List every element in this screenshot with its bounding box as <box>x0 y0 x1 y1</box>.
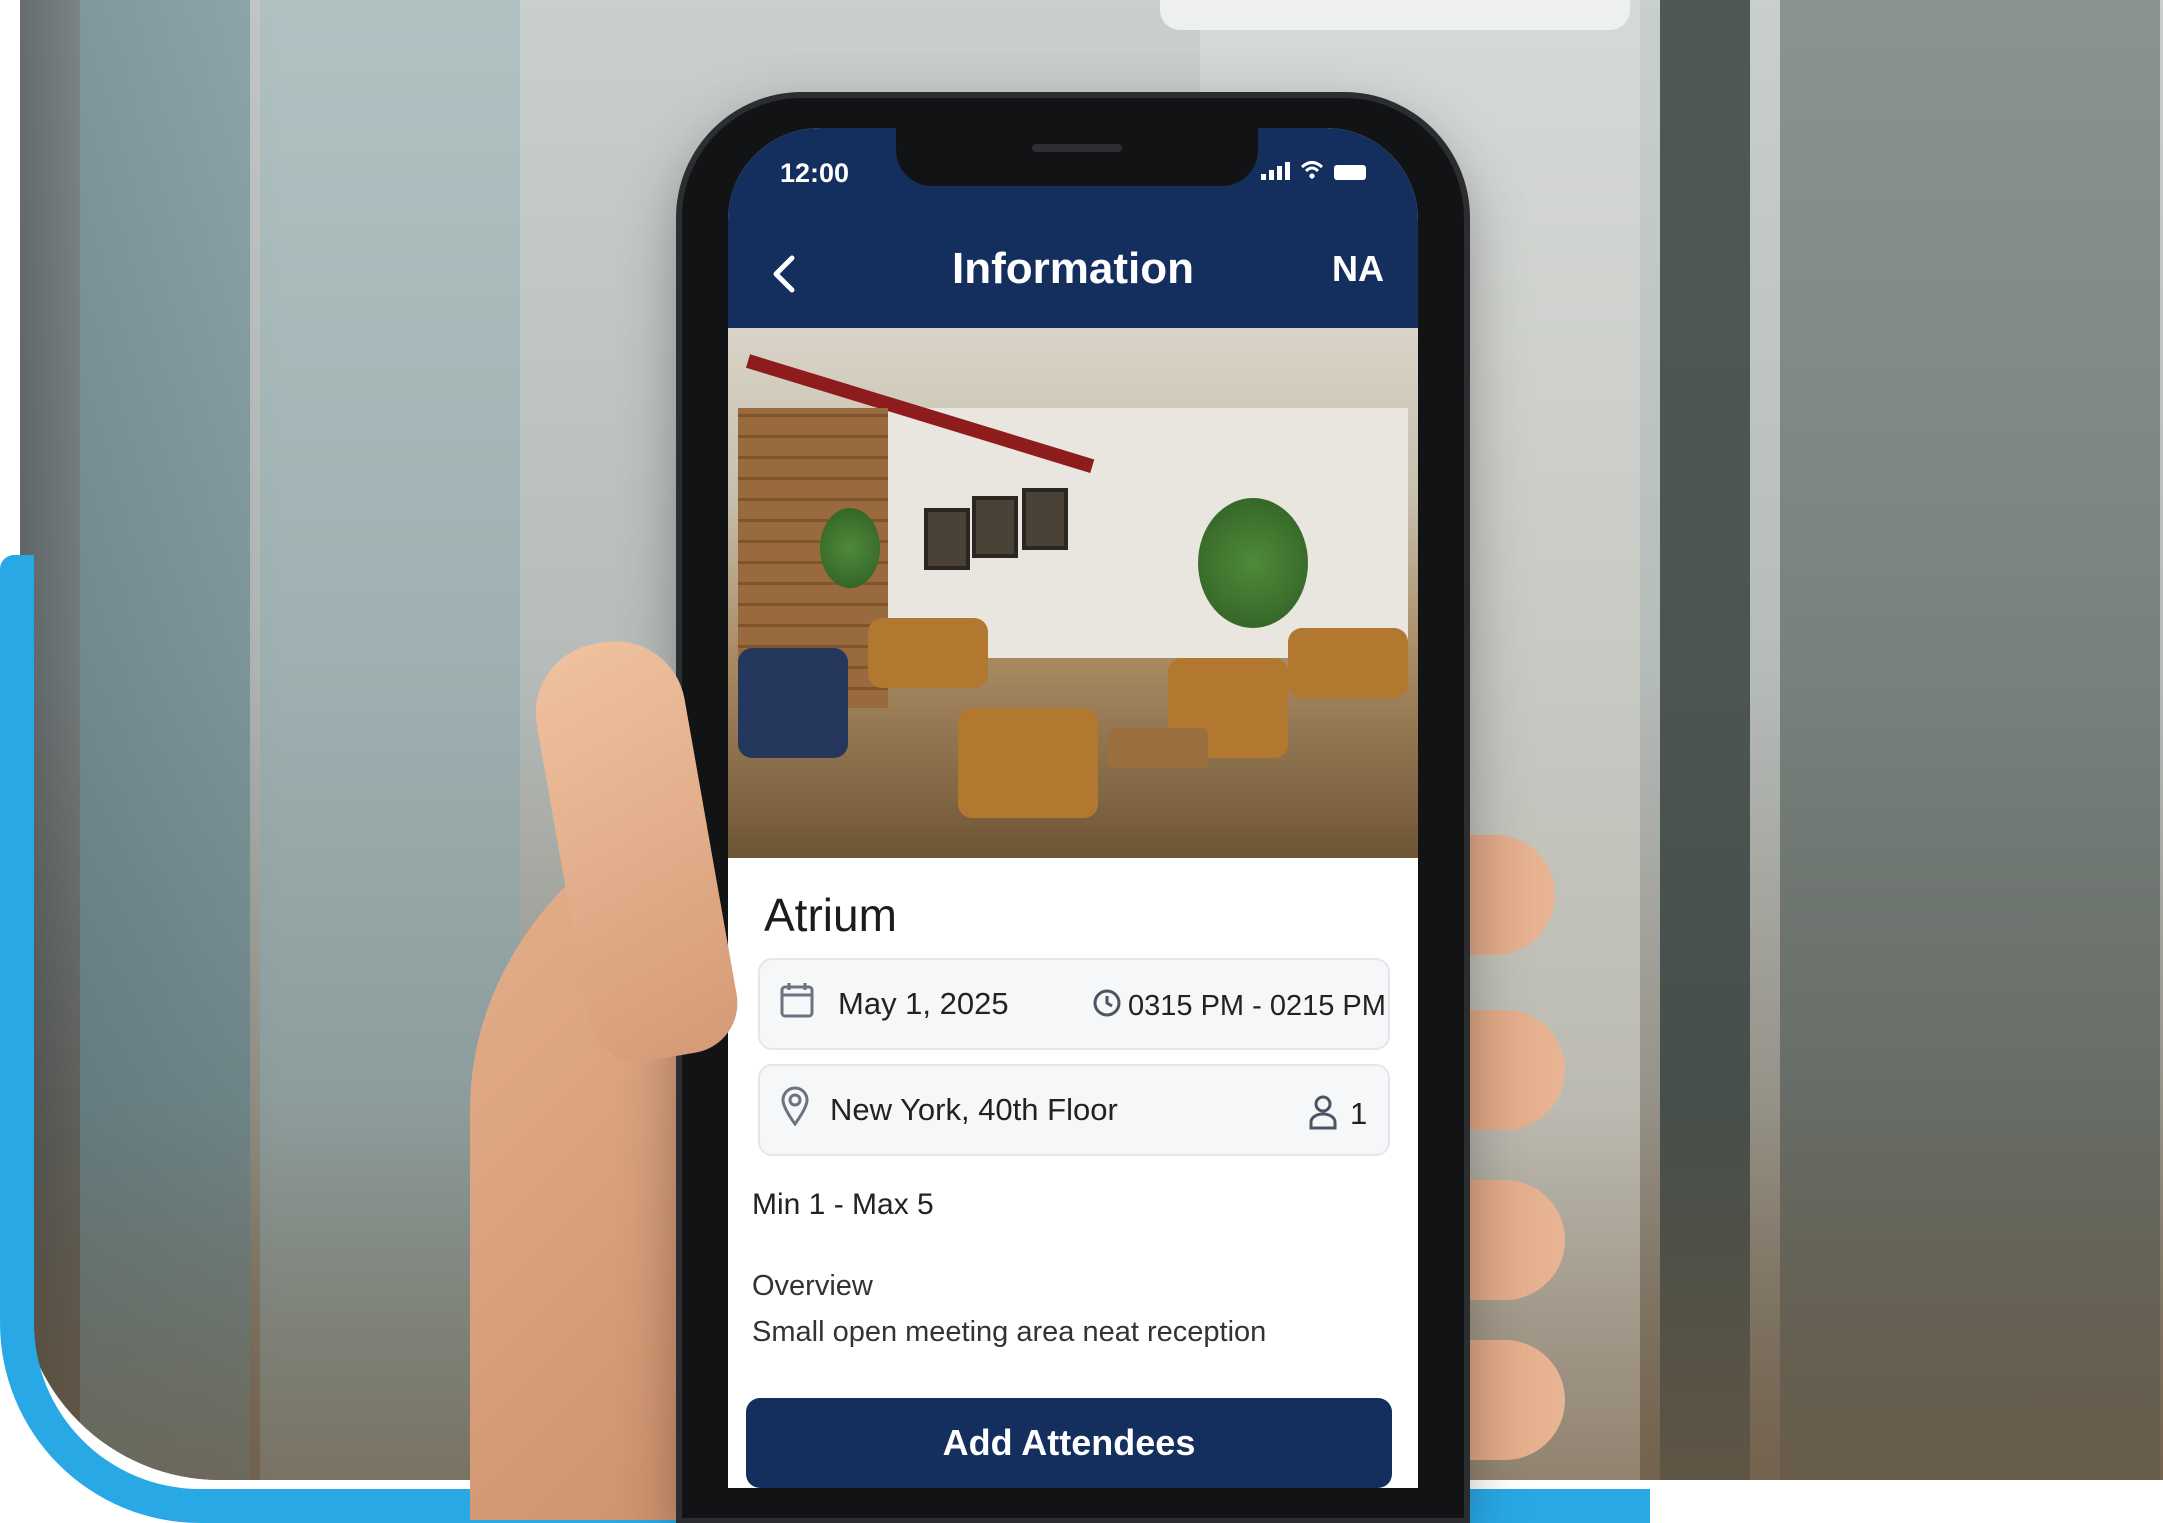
potted-plant <box>820 508 880 588</box>
calendar-icon <box>780 983 814 1018</box>
clock-icon <box>1093 989 1121 1017</box>
location-row: New York, 40th Floor 1 <box>758 1064 1390 1156</box>
phone-screen: 12:00 Information NA Atrium May 1, 2025 … <box>728 128 1418 1488</box>
status-icons <box>1261 160 1366 180</box>
signal-icon <box>1261 160 1290 180</box>
person-icon <box>1309 1095 1337 1130</box>
coffee-table <box>1108 728 1208 768</box>
room-photo <box>728 328 1418 858</box>
overview-text: Small open meeting area neat reception <box>752 1316 1267 1348</box>
wall-picture <box>924 508 970 570</box>
room-name: Atrium <box>764 889 897 941</box>
attendee-count: 1 <box>1350 1096 1368 1131</box>
location-pin-icon <box>781 1086 809 1126</box>
user-avatar-initials[interactable]: NA <box>1332 248 1384 290</box>
booking-date: May 1, 2025 <box>838 986 1009 1021</box>
sofa <box>738 648 848 758</box>
sofa <box>1288 628 1408 698</box>
add-attendees-button[interactable]: Add Attendees <box>746 1398 1392 1488</box>
status-time: 12:00 <box>780 158 850 188</box>
room-details-card: Atrium May 1, 2025 0315 PM - 0215 PM New… <box>728 858 1418 1488</box>
battery-icon <box>1334 165 1366 180</box>
ceiling-light <box>1160 0 1630 30</box>
wifi-icon <box>1300 161 1324 179</box>
overview-label: Overview <box>752 1270 873 1302</box>
page-title: Information <box>952 244 1194 293</box>
capacity-text: Min 1 - Max 5 <box>752 1188 934 1221</box>
smartphone: 12:00 Information NA Atrium May 1, 2025 … <box>682 98 1464 1518</box>
armchair <box>958 708 1098 818</box>
wall-picture <box>972 496 1018 558</box>
booking-time-range: 0315 PM - 0215 PM <box>1128 990 1386 1022</box>
armchair <box>868 618 988 688</box>
schedule-row: May 1, 2025 0315 PM - 0215 PM <box>758 958 1390 1050</box>
earpiece-speaker <box>1032 144 1122 152</box>
phone-notch <box>896 128 1258 186</box>
location-text: New York, 40th Floor <box>830 1092 1118 1127</box>
wall-picture <box>1022 488 1068 550</box>
potted-plant <box>1198 498 1308 628</box>
